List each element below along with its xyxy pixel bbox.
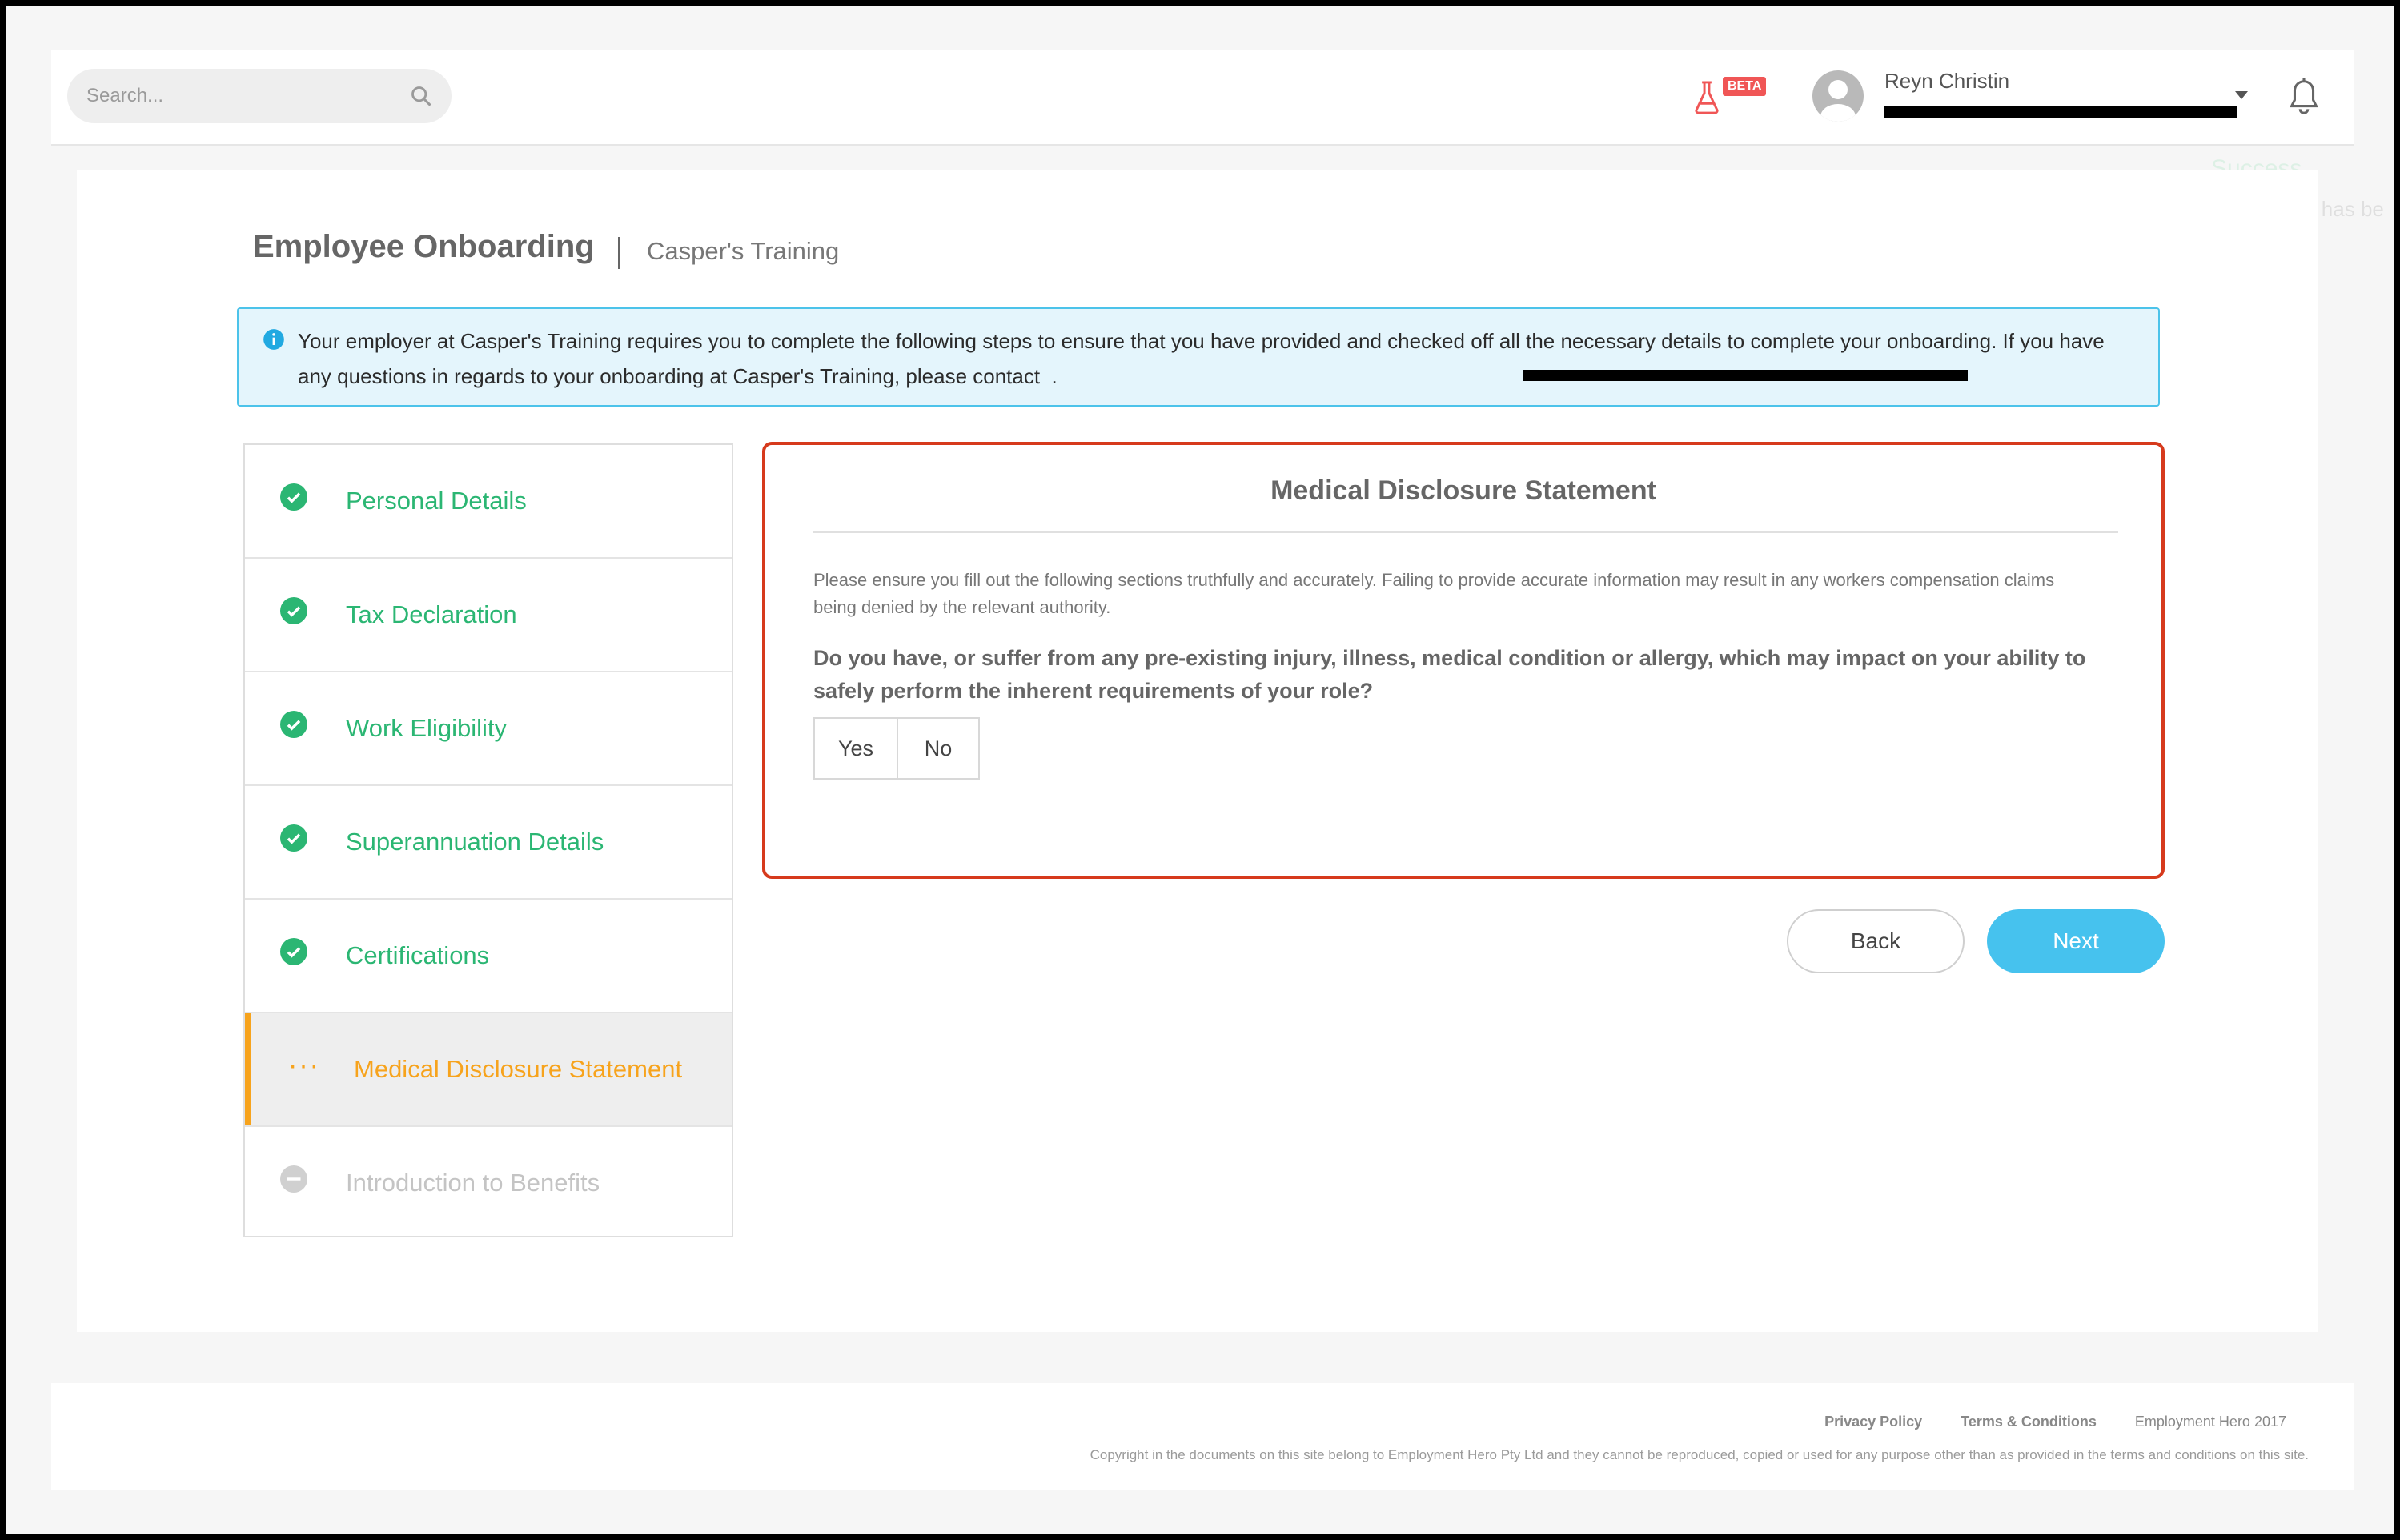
bell-icon[interactable] bbox=[2285, 77, 2323, 117]
check-circle-icon bbox=[280, 597, 307, 624]
yes-button[interactable]: Yes bbox=[813, 717, 898, 780]
step-label: Medical Disclosure Statement bbox=[354, 1055, 683, 1083]
check-circle-icon bbox=[280, 483, 307, 511]
panel-divider bbox=[813, 531, 2118, 533]
info-text: Your employer at Casper's Training requi… bbox=[298, 323, 2139, 394]
step-label: Tax Declaration bbox=[346, 600, 517, 628]
info-suffix: . bbox=[1051, 364, 1058, 388]
contact-email-link[interactable] bbox=[1045, 364, 1051, 388]
chevron-down-icon[interactable] bbox=[2235, 91, 2248, 99]
footer: Privacy Policy Terms & Conditions Employ… bbox=[51, 1383, 2354, 1490]
step-personal-details[interactable]: Personal Details bbox=[245, 445, 732, 559]
check-circle-icon bbox=[280, 711, 307, 738]
user-icon bbox=[1820, 80, 1856, 122]
title-divider bbox=[618, 237, 620, 269]
redacted-email bbox=[1884, 106, 2237, 118]
footer-links: Privacy Policy Terms & Conditions Employ… bbox=[1824, 1414, 2286, 1430]
next-button[interactable]: Next bbox=[1987, 909, 2165, 973]
no-button[interactable]: No bbox=[898, 717, 980, 780]
beta-badge: BETA bbox=[1723, 77, 1767, 96]
flask-icon bbox=[1695, 81, 1719, 114]
info-icon bbox=[263, 329, 284, 350]
search-icon[interactable] bbox=[410, 85, 432, 107]
info-banner: Your employer at Casper's Training requi… bbox=[237, 307, 2160, 407]
page-title: Employee Onboarding bbox=[253, 229, 595, 264]
disclosure-question: Do you have, or suffer from any pre-exis… bbox=[813, 646, 2086, 703]
back-button[interactable]: Back bbox=[1787, 909, 1965, 973]
step-label: Certifications bbox=[346, 941, 490, 969]
user-name[interactable]: Reyn Christin bbox=[1884, 69, 2009, 94]
step-label: Introduction to Benefits bbox=[346, 1169, 600, 1197]
panel-title: Medical Disclosure Statement bbox=[1270, 475, 1656, 506]
step-certifications[interactable]: Certifications bbox=[245, 900, 732, 1013]
minus-circle-icon bbox=[280, 1165, 307, 1193]
page-subtitle: Casper's Training bbox=[647, 237, 840, 265]
privacy-policy-link[interactable]: Privacy Policy bbox=[1824, 1414, 1922, 1430]
step-label: Personal Details bbox=[346, 487, 527, 515]
terms-link[interactable]: Terms & Conditions bbox=[1961, 1414, 2097, 1430]
onboarding-steps: Personal Details Tax Declaration Work El… bbox=[243, 443, 733, 1237]
step-label: Superannuation Details bbox=[346, 828, 604, 856]
main-card: Employee Onboarding Casper's Training Yo… bbox=[77, 170, 2318, 1332]
search-input[interactable] bbox=[86, 85, 410, 107]
beta-labs-button[interactable]: BETA bbox=[1692, 77, 1767, 115]
step-medical-disclosure-statement[interactable]: ··· Medical Disclosure Statement bbox=[245, 1013, 732, 1127]
check-circle-icon bbox=[280, 938, 307, 965]
app-frame: BETA Reyn Christin Success Your profile … bbox=[6, 6, 2394, 1534]
search-box[interactable] bbox=[67, 69, 452, 123]
panel-description: Please ensure you fill out the following… bbox=[813, 570, 2055, 617]
avatar[interactable] bbox=[1812, 70, 1864, 122]
copyright-text: Copyright in the documents on this site … bbox=[1090, 1447, 2309, 1462]
step-superannuation-details[interactable]: Superannuation Details bbox=[245, 786, 732, 900]
step-introduction-to-benefits[interactable]: Introduction to Benefits bbox=[245, 1127, 732, 1241]
step-tax-declaration[interactable]: Tax Declaration bbox=[245, 559, 732, 672]
medical-disclosure-panel: Medical Disclosure Statement Please ensu… bbox=[762, 442, 2165, 879]
check-circle-icon bbox=[280, 824, 307, 852]
top-bar: BETA Reyn Christin Success Your profile … bbox=[51, 50, 2384, 221]
step-work-eligibility[interactable]: Work Eligibility bbox=[245, 672, 732, 786]
ellipsis-icon: ··· bbox=[288, 1050, 320, 1081]
redacted-contact bbox=[1523, 370, 1968, 381]
footer-brand: Employment Hero 2017 bbox=[2134, 1414, 2286, 1430]
step-label: Work Eligibility bbox=[346, 714, 507, 742]
yes-no-toggle: Yes No bbox=[813, 717, 980, 780]
